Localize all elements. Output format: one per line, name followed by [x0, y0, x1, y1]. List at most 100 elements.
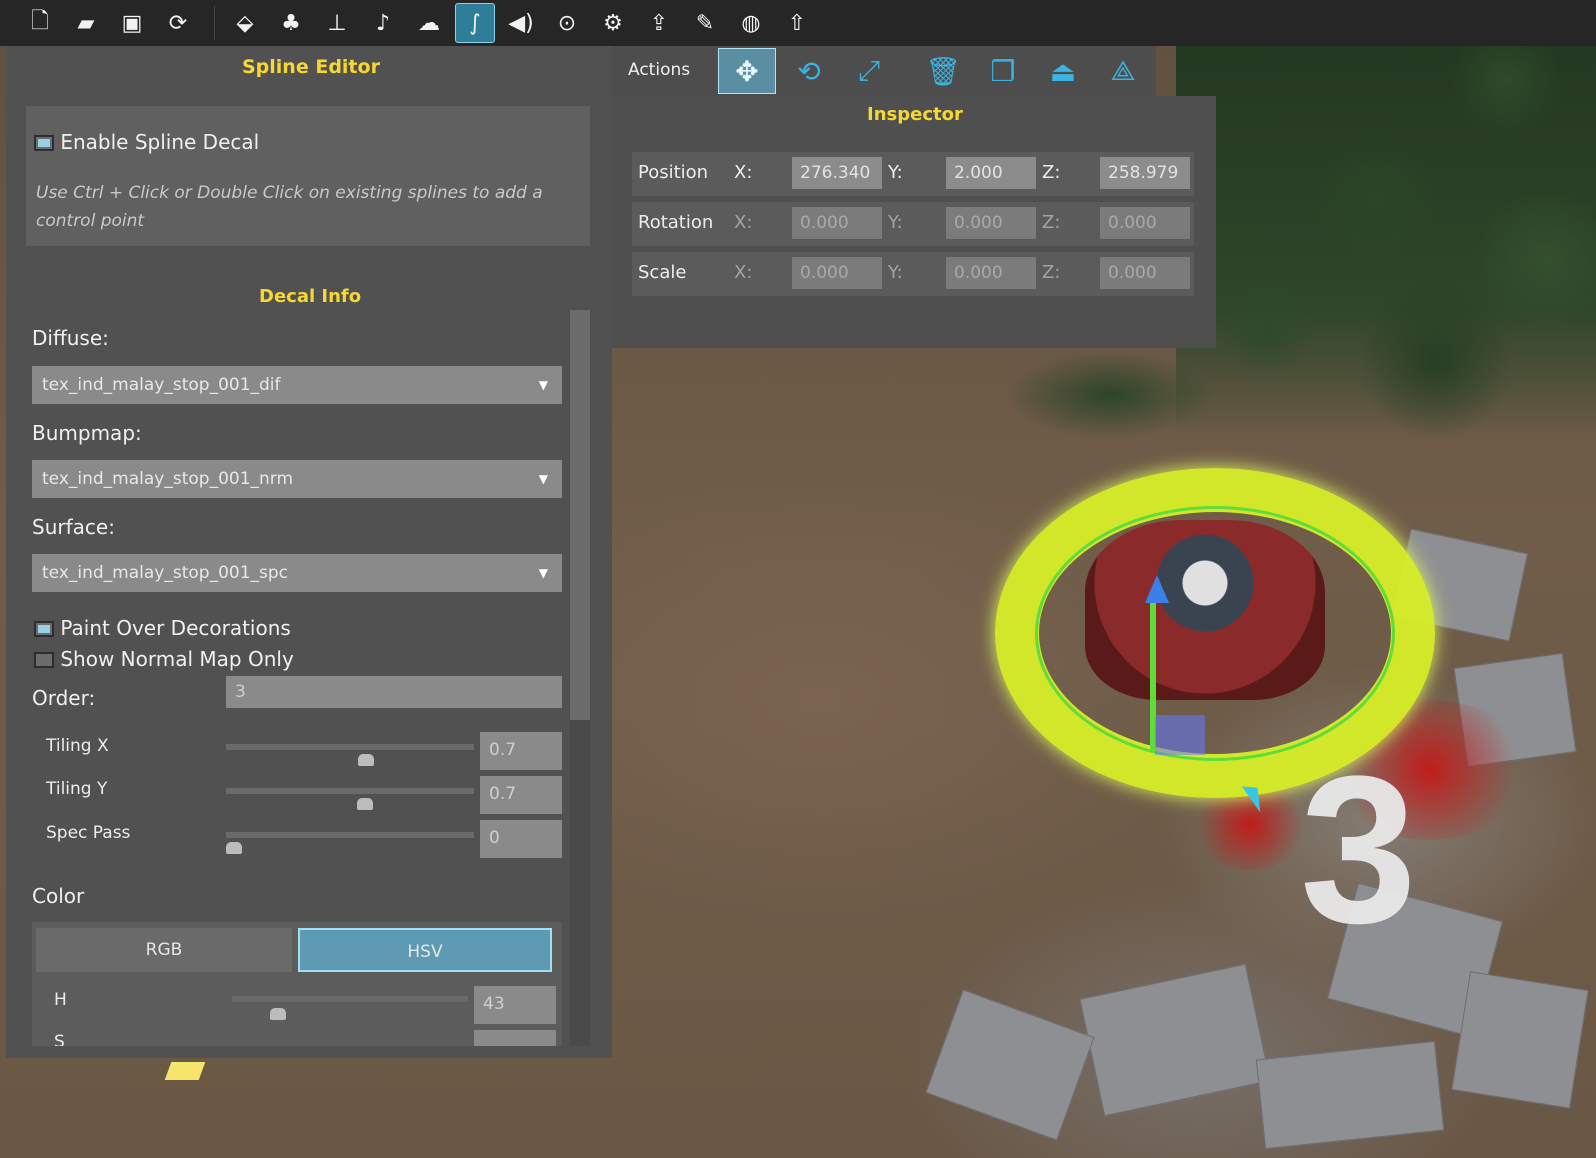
- scrollbar-thumb[interactable]: [570, 310, 590, 720]
- floor-number: 3: [1300, 732, 1417, 967]
- enable-card: Enable Spline Decal Use Ctrl + Click or …: [26, 106, 590, 246]
- new-file-icon[interactable]: 🗋: [20, 3, 60, 43]
- checkbox-icon: [34, 135, 54, 151]
- music-icon[interactable]: ♪: [363, 3, 403, 43]
- tiling-x-handle[interactable]: [358, 754, 374, 766]
- pavement-tile: [1079, 963, 1271, 1117]
- order-input[interactable]: 3: [226, 676, 562, 708]
- tiling-x-input[interactable]: 0.7: [480, 732, 562, 770]
- decal-info-title: Decal Info: [259, 286, 362, 307]
- h-slider[interactable]: [232, 996, 468, 1002]
- position-x-input[interactable]: 276.340: [792, 157, 882, 189]
- scale-row: Scale X: 0.000 Y: 0.000 Z: 0.000: [632, 252, 1194, 296]
- tiling-y-handle[interactable]: [357, 798, 373, 810]
- checkbox-icon: [34, 621, 54, 637]
- h-handle[interactable]: [270, 1008, 286, 1020]
- spline-icon[interactable]: ∫: [455, 3, 495, 43]
- show-normal-map-only-checkbox[interactable]: Show Normal Map Only: [34, 647, 294, 671]
- actions-label: Actions: [628, 60, 691, 80]
- checkbox-icon: [34, 652, 54, 668]
- rotation-row: Rotation X: 0.000 Y: 0.000 Z: 0.000: [632, 202, 1194, 246]
- position-y-input[interactable]: 2.000: [946, 157, 1036, 189]
- drop-to-ground-icon[interactable]: ⏏: [1034, 48, 1092, 94]
- tiling-x-slider[interactable]: [226, 744, 474, 750]
- tree-cluster: [980, 340, 1240, 450]
- chevron-down-icon: ▼: [538, 472, 548, 486]
- sound-icon[interactable]: ◀): [501, 3, 541, 43]
- move-icon[interactable]: ✥: [718, 48, 776, 94]
- bumpmap-dropdown[interactable]: tex_ind_malay_stop_001_nrm ▼: [32, 460, 562, 498]
- inspector-panel: Inspector Position X: 276.340 Y: 2.000 Z…: [612, 96, 1216, 348]
- tiling-y-slider[interactable]: [226, 788, 474, 794]
- color-label: Color: [32, 884, 85, 908]
- paint-over-decorations-checkbox[interactable]: Paint Over Decorations: [34, 616, 291, 640]
- surface-dropdown[interactable]: tex_ind_malay_stop_001_spc ▼: [32, 554, 562, 592]
- gizmo-z-arrow[interactable]: [1145, 575, 1169, 603]
- rgb-tab[interactable]: RGB: [36, 928, 292, 972]
- scale-label: Scale: [638, 262, 687, 283]
- pavement-tile: [925, 989, 1095, 1141]
- scale-y-input[interactable]: 0.000: [946, 257, 1036, 289]
- tools-icon[interactable]: ✎: [685, 3, 725, 43]
- gizmo-plane-handle[interactable]: [1155, 715, 1205, 755]
- h-input[interactable]: 43: [474, 986, 556, 1024]
- diffuse-dropdown[interactable]: tex_ind_malay_stop_001_dif ▼: [32, 366, 562, 404]
- globe-settings-icon[interactable]: ◍: [731, 3, 771, 43]
- main-toolbar: 🗋 ▰ ▣ ⟳ ⬙ ♣ ⊥ ♪ ☁ ∫ ◀) ⊙ ⚙ ⇪ ✎ ◍ ⇧: [0, 0, 1596, 46]
- scale-icon[interactable]: ⤢: [840, 48, 898, 94]
- rotation-y-input[interactable]: 0.000: [946, 207, 1036, 239]
- delete-icon[interactable]: 🗑: [914, 48, 972, 94]
- export-icon[interactable]: ⇪: [639, 3, 679, 43]
- rotation-label: Rotation: [638, 212, 714, 233]
- panel-title: Spline Editor: [242, 56, 380, 78]
- rotation-z-input[interactable]: 0.000: [1100, 207, 1190, 239]
- spec-pass-slider[interactable]: [226, 832, 474, 838]
- enable-spline-decal-label: Enable Spline Decal: [60, 130, 260, 154]
- h-label: H: [54, 990, 67, 1010]
- actions-bar: Actions ✥ ⟲ ⤢ 🗑 ❐ ⏏ ⟁: [612, 46, 1156, 96]
- paint-icon[interactable]: ⊥: [317, 3, 357, 43]
- scale-x-input[interactable]: 0.000: [792, 257, 882, 289]
- color-picker: RGB HSV H 43 S: [32, 922, 562, 1046]
- rotate-icon[interactable]: ⟲: [780, 48, 838, 94]
- spline-editor-panel: Spline Editor Enable Spline Decal Use Ct…: [6, 46, 612, 1058]
- s-label: S: [54, 1032, 65, 1046]
- s-input[interactable]: [474, 1030, 556, 1046]
- position-label: Position: [638, 162, 709, 183]
- panel-scrollbar[interactable]: [570, 310, 590, 1046]
- spline-hint-text: Use Ctrl + Click or Double Click on exis…: [36, 183, 543, 231]
- surface-value: tex_ind_malay_stop_001_spc: [42, 563, 289, 583]
- trees-icon[interactable]: ♣: [271, 3, 311, 43]
- x-axis-label: X:: [734, 162, 753, 183]
- duplicate-icon[interactable]: ❐: [974, 48, 1032, 94]
- position-row: Position X: 276.340 Y: 2.000 Z: 258.979: [632, 152, 1194, 196]
- bumpmap-value: tex_ind_malay_stop_001_nrm: [42, 469, 294, 489]
- upload-icon[interactable]: ⇧: [777, 3, 817, 43]
- save-icon[interactable]: ▣: [112, 3, 152, 43]
- x-axis-label: X:: [734, 262, 753, 283]
- refresh-icon[interactable]: ⟳: [158, 3, 198, 43]
- enable-spline-decal-checkbox[interactable]: Enable Spline Decal: [34, 130, 259, 154]
- objects-icon[interactable]: ⚙: [593, 3, 633, 43]
- terrain-icon[interactable]: ⬙: [225, 3, 265, 43]
- toolbar-divider: [214, 6, 215, 40]
- camera-icon[interactable]: ⊙: [547, 3, 587, 43]
- hsv-tab[interactable]: HSV: [298, 928, 552, 972]
- scale-z-input[interactable]: 0.000: [1100, 257, 1190, 289]
- position-z-input[interactable]: 258.979: [1100, 157, 1190, 189]
- open-folder-icon[interactable]: ▰: [66, 3, 106, 43]
- bumpmap-label: Bumpmap:: [32, 421, 142, 445]
- tiling-y-input[interactable]: 0.7: [480, 776, 562, 814]
- spec-pass-handle[interactable]: [226, 842, 242, 854]
- diffuse-value: tex_ind_malay_stop_001_dif: [42, 375, 281, 395]
- spec-pass-input[interactable]: 0: [480, 820, 562, 858]
- clouds-icon[interactable]: ☁: [409, 3, 449, 43]
- tiling-x-label: Tiling X: [46, 736, 109, 756]
- z-axis-label: Z:: [1042, 162, 1061, 183]
- rotation-x-input[interactable]: 0.000: [792, 207, 882, 239]
- building-model[interactable]: [1085, 520, 1325, 700]
- spec-pass-label: Spec Pass: [46, 823, 131, 843]
- diffuse-label: Diffuse:: [32, 326, 109, 350]
- chevron-down-icon: ▼: [538, 378, 548, 392]
- spline-nodes-icon[interactable]: ⟁: [1094, 48, 1152, 94]
